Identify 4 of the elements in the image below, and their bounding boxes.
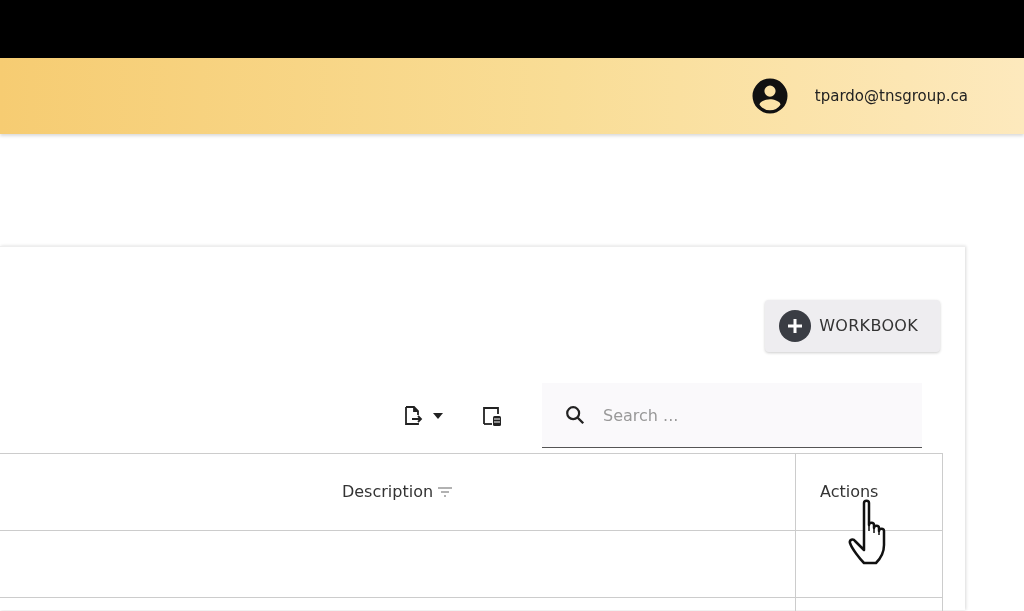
add-workbook-button[interactable]: WORKBOOK — [765, 300, 940, 352]
column-header[interactable]: Description — [341, 480, 434, 504]
search-field[interactable]: Search ... — [542, 383, 922, 448]
user-email[interactable]: tpardo@tnsgroup.ca — [814, 84, 968, 108]
